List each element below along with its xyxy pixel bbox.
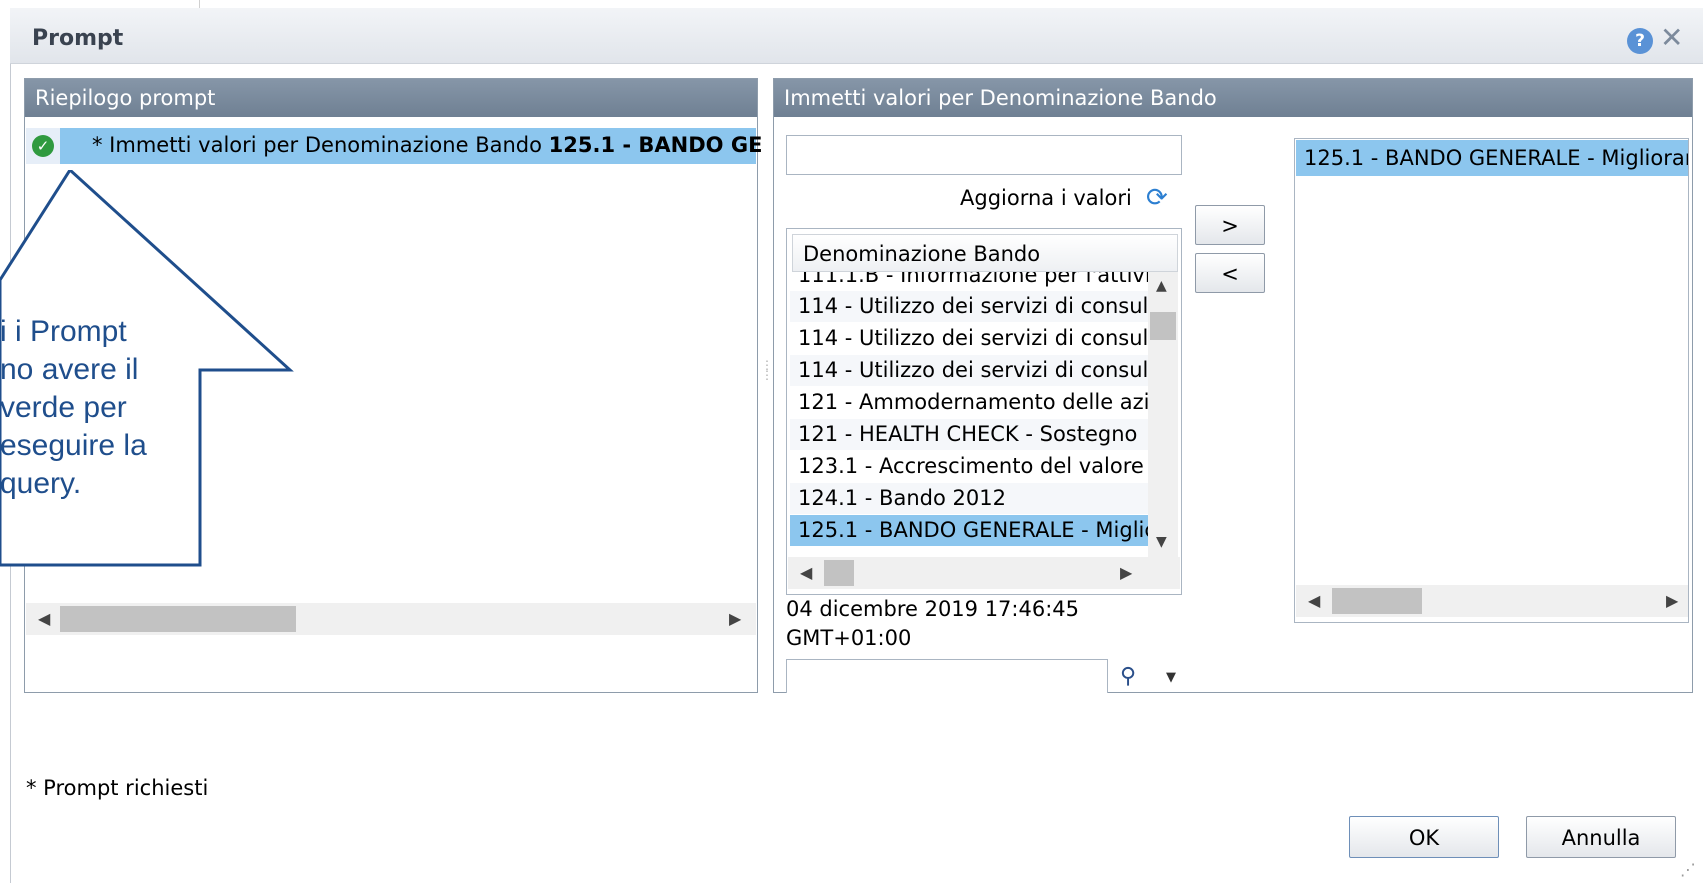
scroll-up-icon[interactable]: ▲ [1156,278,1167,294]
list-column-header[interactable]: Denominazione Bando [792,234,1178,272]
scroll-thumb[interactable] [824,560,854,586]
help-icon[interactable]: ? [1627,28,1653,54]
list-item[interactable]: 114 - Utilizzo dei servizi di consule [790,355,1148,386]
resize-grip-icon[interactable]: ⋰ [1680,860,1696,879]
callout-text: i i Prompt no avere il verde per eseguir… [0,313,147,503]
list-item[interactable]: 123.1 - Accrescimento del valore a [790,451,1148,482]
dialog-title: Prompt [32,26,124,51]
binoculars-icon[interactable]: ⚲ [1120,664,1136,689]
values-panel-header: Immetti valori per Denominazione Bando [774,79,1692,117]
summary-panel-header: Riepilogo prompt [25,79,757,117]
values-list-vscrollbar[interactable]: ▲ ▼ [1148,272,1178,557]
remove-value-button[interactable]: < [1195,253,1265,293]
scroll-left-icon[interactable]: ◀ [38,609,50,628]
list-item[interactable]: 114 - Utilizzo dei servizi di consule [790,291,1148,322]
list-item[interactable]: 111.1.B - Informazione per l'attivi [790,272,1148,291]
scroll-thumb[interactable] [60,606,296,632]
values-list-hscrollbar[interactable]: ◀ ▶ [788,557,1180,589]
values-list-viewport: 111.1.B - Informazione per l'attivi 114 … [790,272,1148,557]
list-item[interactable]: 121 - HEALTH CHECK - Sostegno [790,419,1148,450]
selected-values-list[interactable] [1294,138,1689,623]
callout-line: no avere il [0,353,139,386]
close-icon[interactable]: ✕ [1660,23,1683,53]
scroll-right-icon[interactable]: ▶ [729,609,741,628]
scroll-thumb[interactable] [1332,588,1422,614]
summary-item-label[interactable]: * Immetti valori per Denominazione Bando… [92,133,762,157]
scroll-thumb[interactable] [1150,312,1176,340]
callout-line: eseguire la [0,429,147,462]
check-icon: ✓ [32,135,54,157]
callout-line: i i Prompt [0,315,127,348]
selected-value-item[interactable]: 125.1 - BANDO GENERALE - Migliorar [1296,140,1688,176]
callout-line: verde per [0,391,127,424]
background-strip [0,0,200,8]
add-value-button[interactable]: > [1195,205,1265,245]
scroll-right-icon[interactable]: ▶ [1120,563,1132,582]
callout-line: query. [0,467,82,500]
refresh-icon[interactable]: ⟳ [1146,183,1168,213]
cancel-button[interactable]: Annulla [1526,816,1676,858]
scroll-right-icon[interactable]: ▶ [1666,591,1678,610]
last-refresh-timezone: GMT+01:00 [786,626,912,650]
search-input[interactable] [786,659,1108,693]
summary-item-value: 125.1 - BANDO GE [548,133,763,157]
refresh-values-label[interactable]: Aggiorna i valori [960,186,1132,210]
filter-input[interactable] [786,135,1182,175]
summary-hscrollbar[interactable]: ◀ ▶ [26,603,756,635]
list-item[interactable]: 121 - Ammodernamento delle azie [790,387,1148,418]
required-prompts-note: * Prompt richiesti [26,776,209,800]
summary-item-prefix: * Immetti valori per Denominazione Bando [92,133,549,157]
list-item-selected[interactable]: 125.1 - BANDO GENERALE - Miglic [790,515,1148,546]
scroll-left-icon[interactable]: ◀ [1308,591,1320,610]
scroll-down-icon[interactable]: ▼ [1156,534,1167,550]
ok-button[interactable]: OK [1349,816,1499,858]
list-item[interactable]: 124.1 - Bando 2012 [790,483,1148,514]
last-refresh-date: 04 dicembre 2019 17:46:45 [786,597,1080,621]
chevron-down-icon[interactable]: ▼ [1166,670,1176,685]
splitter-handle[interactable]: ⋮ ⋮ [761,359,773,420]
list-item[interactable]: 114 - Utilizzo dei servizi di consule [790,323,1148,354]
scroll-left-icon[interactable]: ◀ [800,563,812,582]
dialog-titlebar[interactable] [10,8,1703,64]
selected-values-hscrollbar[interactable]: ◀ ▶ [1296,585,1688,617]
